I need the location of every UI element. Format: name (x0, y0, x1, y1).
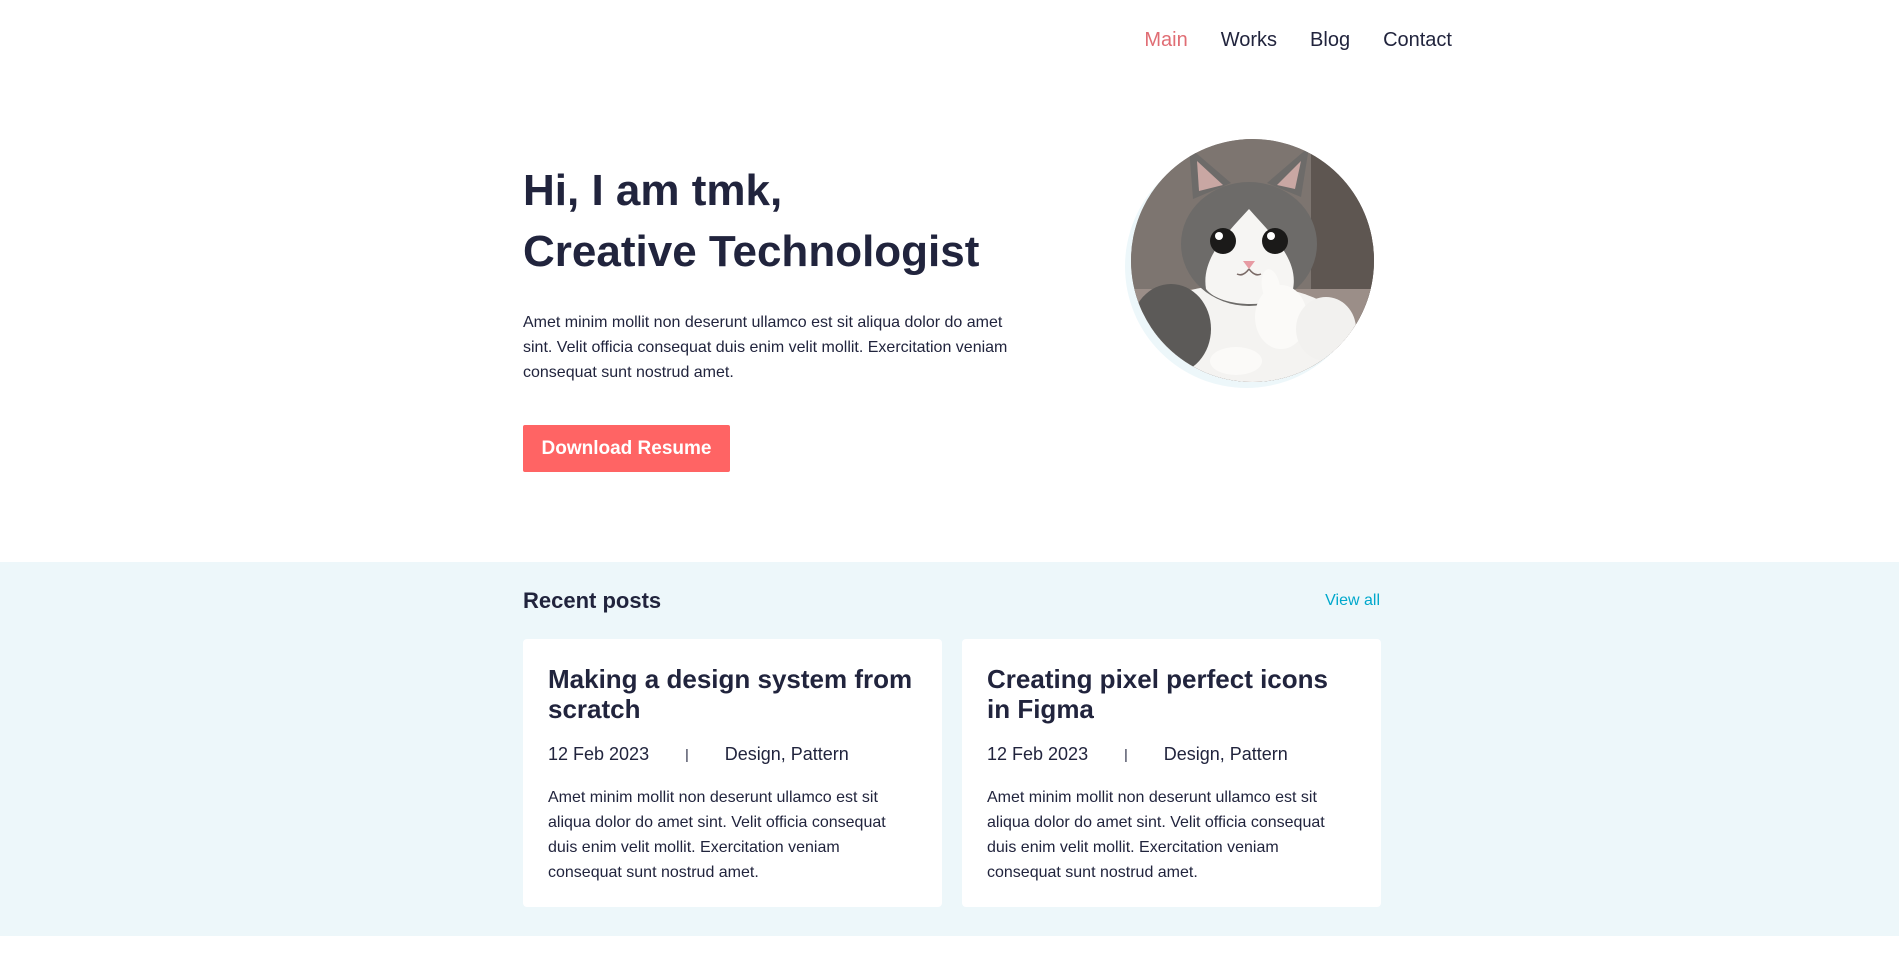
post-tags: Design, Pattern (724, 743, 849, 764)
hero-title-line1: Hi, I am tmk, (523, 166, 783, 215)
avatar (1131, 139, 1374, 382)
meta-separator: | (1124, 746, 1128, 762)
hero-section: Hi, I am tmk, Creative Technologist Amet… (523, 139, 1383, 480)
nav-links: Main Works Blog Contact (1144, 26, 1452, 54)
post-card[interactable]: Creating pixel perfect icons in Figma 12… (962, 639, 1381, 907)
hero-title-line2: Creative Technologist (523, 227, 980, 276)
post-excerpt: Amet minim mollit non deserunt ullamco e… (548, 789, 886, 881)
posts-header: Recent posts View all (523, 588, 1380, 618)
post-date: 12 Feb 2023 (548, 743, 650, 764)
post-cards: Making a design system from scratch 12 F… (523, 639, 1381, 907)
post-excerpt: Amet minim mollit non deserunt ullamco e… (987, 789, 1325, 881)
post-title[interactable]: Creating pixel perfect icons in Figma (987, 664, 1356, 724)
post-meta: 12 Feb 2023 | Design, Pattern (987, 742, 1356, 766)
post-tags: Design, Pattern (1163, 743, 1288, 764)
meta-separator: | (685, 746, 689, 762)
post-card[interactable]: Making a design system from scratch 12 F… (523, 639, 942, 907)
recent-posts-title: Recent posts (523, 588, 662, 613)
hero-title: Hi, I am tmk, Creative Technologist (523, 160, 1043, 282)
avatar-wrapper (1125, 139, 1381, 389)
hero-description: Amet minim mollit non deserunt ullamco e… (523, 314, 1008, 381)
post-title[interactable]: Making a design system from scratch (548, 664, 917, 724)
top-navigation: Main Works Blog Contact (0, 0, 1899, 80)
nav-item-works[interactable]: Works (1221, 26, 1277, 54)
cat-photo (1131, 139, 1374, 382)
nav-item-blog[interactable]: Blog (1310, 26, 1350, 54)
post-meta: 12 Feb 2023 | Design, Pattern (548, 742, 917, 766)
view-all-link[interactable]: View all (1325, 592, 1380, 610)
recent-posts-section: Recent posts View all Making a design sy… (0, 562, 1899, 936)
download-resume-button[interactable]: Download Resume (523, 425, 730, 472)
nav-item-contact[interactable]: Contact (1383, 26, 1452, 54)
post-date: 12 Feb 2023 (987, 743, 1089, 764)
nav-item-main[interactable]: Main (1144, 26, 1187, 54)
